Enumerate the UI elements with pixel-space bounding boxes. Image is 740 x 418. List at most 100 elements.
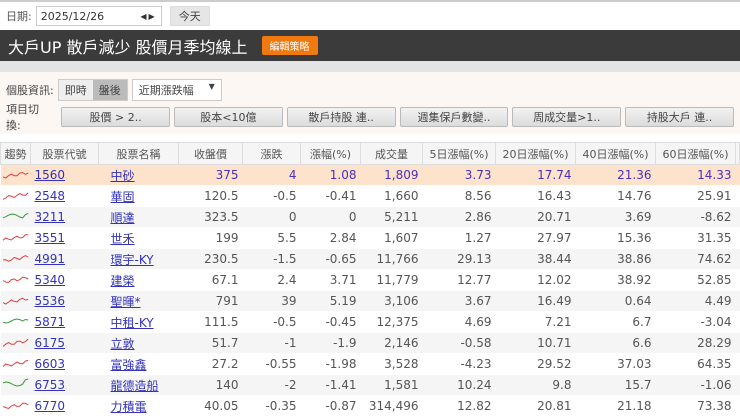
table-row[interactable]: 3551 世禾 199 5.5 2.84 1,607 1.27 27.97 15.36 31.3… [0,227,740,249]
stock-code-link[interactable]: 1560 [35,168,66,182]
pct-cell: 0 [300,206,361,228]
table-row[interactable]: 5871 中租-KY 111.5 -0.5 -0.45 12,375 4.69 7.21 6.… [0,311,740,333]
column-header[interactable]: 漲幅(%) [300,142,361,165]
vol-cell: 3,528 [360,353,423,375]
code-cell[interactable]: 2548 [30,185,99,207]
stock-name-link[interactable]: 順達 [111,211,135,225]
vol-cell: 2,146 [360,332,423,354]
stock-name-link[interactable]: 立敦 [111,337,135,351]
code-cell[interactable]: 6753 [30,374,99,396]
table-row[interactable]: 4991 環宇-KY 230.5 -1.5 -0.65 11,766 29.13 38.44… [0,248,740,270]
column-header[interactable]: 股票代號 [30,142,99,165]
code-cell[interactable]: 6603 [30,353,99,375]
name-cell[interactable]: 聖暉* [98,290,179,312]
date-input[interactable]: 2025/12/26 ◀▶ [35,6,162,26]
column-header[interactable]: 股票名稱 [98,142,179,165]
code-cell[interactable]: 5536 [30,290,99,312]
switch-button[interactable]: 股價 > 2.. [61,107,170,127]
column-header[interactable]: 60日漲幅(%) [655,142,736,165]
table-row[interactable]: 2548 華固 120.5 -0.5 -0.41 1,660 8.56 16.43 14.76… [0,185,740,207]
name-cell[interactable]: 富強鑫 [98,353,179,375]
name-cell[interactable]: 立敦 [98,332,179,354]
column-header[interactable]: 成交量 [360,142,423,165]
edit-strategy-button[interactable]: 編輯策略 [261,36,318,55]
sparkline-icon [2,402,28,409]
name-cell[interactable]: 中租-KY [98,311,179,333]
code-cell[interactable]: 5340 [30,269,99,291]
d40-cell: 3.69 [575,206,656,228]
column-header[interactable]: 收盤價 [178,142,243,165]
realtime-tab[interactable]: 即時 [58,80,93,100]
table-row[interactable]: 6175 立敦 51.7 -1 -1.9 2,146 -0.58 10.71 6.6 28.29 [0,332,740,354]
sparkline-icon [2,212,28,219]
stock-code-link[interactable]: 4991 [35,252,66,266]
table-row[interactable]: 6770 力積電 40.05 -0.35 -0.87 314,496 12.82 20.81… [0,395,740,417]
stock-name-link[interactable]: 龍德造船 [111,379,159,393]
table-row[interactable]: 6603 富強鑫 27.2 -0.55 -1.98 3,528 -4.23 29.52 37.… [0,353,740,375]
chg-cell: 4 [242,164,301,186]
column-header[interactable]: 趨勢 [0,142,31,165]
code-cell[interactable]: 1560 [30,164,99,186]
stock-code-link[interactable]: 5536 [35,294,66,308]
stock-name-link[interactable]: 富強鑫 [111,358,147,372]
stock-code-link[interactable]: 5871 [35,315,66,329]
name-cell[interactable]: 環宇-KY [98,248,179,270]
stock-name-link[interactable]: 力積電 [111,400,147,414]
name-cell[interactable]: 華固 [98,185,179,207]
stock-code-link[interactable]: 5340 [35,273,66,287]
stock-code-link[interactable]: 6770 [35,399,66,413]
stock-code-link[interactable]: 6603 [35,357,66,371]
trend-cell [0,353,31,375]
code-cell[interactable]: 5871 [30,311,99,333]
code-cell[interactable]: 6175 [30,332,99,354]
switch-button[interactable]: 持股大戶 連.. [625,107,734,127]
stock-code-link[interactable]: 6753 [35,378,66,392]
switch-button[interactable]: 周成交量>1.. [512,107,622,127]
table-row[interactable]: 5536 聖暉* 791 39 5.19 3,106 3.67 16.49 0.64 4.49 [0,290,740,312]
column-header[interactable]: 漲跌 [242,142,301,165]
chg-cell: 39 [242,290,301,312]
today-button[interactable]: 今天 [169,6,210,26]
code-cell[interactable]: 3551 [30,227,99,249]
column-header[interactable]: 5日漲幅(%) [422,142,496,165]
pct-cell: 3.71 [300,269,361,291]
d60-cell: -8.62 [655,206,736,228]
code-cell[interactable]: 6770 [30,395,99,417]
name-cell[interactable]: 建榮 [98,269,179,291]
table-row[interactable]: 3211 順達 323.5 0 0 5,211 2.86 20.71 3.69 -8.62 [0,206,740,228]
table-row[interactable]: 5340 建榮 67.1 2.4 3.71 11,779 12.77 12.02 38.92 5… [0,269,740,291]
stock-code-link[interactable]: 3211 [35,210,66,224]
switch-button[interactable]: 週集保戶數變.. [399,107,509,127]
code-cell[interactable]: 3211 [30,206,99,228]
close-cell: 120.5 [178,185,243,207]
stock-code-link[interactable]: 3551 [35,231,66,245]
stock-name-link[interactable]: 世禾 [111,232,135,246]
stock-code-link[interactable]: 2548 [35,189,66,203]
d20-cell: 17.74 [495,164,576,186]
stock-name-link[interactable]: 華固 [111,190,135,204]
pct-cell: -0.65 [300,248,361,270]
stock-code-link[interactable]: 6175 [35,336,66,350]
name-cell[interactable]: 世禾 [98,227,179,249]
name-cell[interactable]: 中砂 [98,164,179,186]
info-select[interactable]: 近期漲跌幅 ▼ [131,79,222,101]
switch-button[interactable]: 股本<10億 [173,107,283,127]
name-cell[interactable]: 順達 [98,206,179,228]
sparkline-icon [2,378,28,387]
date-stepper-icon[interactable]: ◀▶ [140,12,156,21]
switch-button[interactable]: 散戶持股 連.. [286,107,396,127]
sparkline-icon [2,318,28,324]
column-header[interactable]: 40日漲幅(%) [575,142,656,165]
name-cell[interactable]: 力積電 [98,395,179,417]
code-cell[interactable]: 4991 [30,248,99,270]
table-row[interactable]: 6753 龍德造船 140 -2 -1.41 1,581 10.24 9.8 15.7 -1.0… [0,374,740,396]
stock-name-link[interactable]: 聖暉* [111,295,141,309]
stock-name-link[interactable]: 中租-KY [111,316,154,330]
stock-name-link[interactable]: 中砂 [111,169,135,183]
column-header[interactable]: 20日漲幅(%) [495,142,576,165]
table-row[interactable]: 1560 中砂 375 4 1.08 1,809 3.73 17.74 21.36 14.33 [0,164,740,186]
stock-name-link[interactable]: 環宇-KY [111,253,154,267]
name-cell[interactable]: 龍德造船 [98,374,179,396]
afterhours-tab[interactable]: 盤後 [92,80,127,100]
stock-name-link[interactable]: 建榮 [111,274,135,288]
